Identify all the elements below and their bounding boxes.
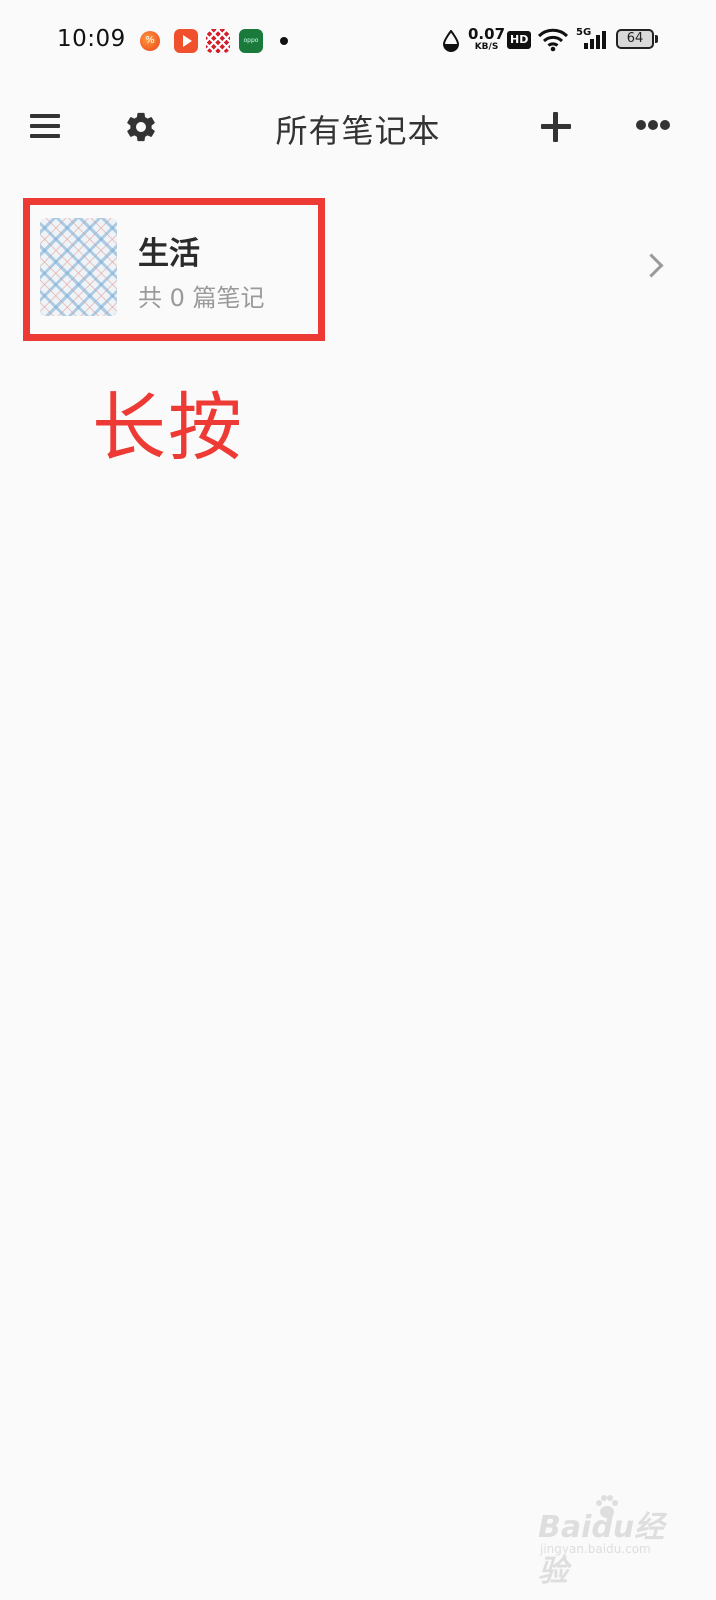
page-title: 所有笔记本 [275,112,441,150]
more-notifications-dot-icon [280,37,288,45]
signal-strength-icon [584,31,606,49]
battery-level: 64 [626,31,644,46]
chevron-right-icon [639,253,664,278]
battery-icon: 64 [616,29,654,49]
video-app-icon [174,29,198,53]
more-options-icon[interactable] [636,119,670,133]
status-bar: 10:09 % oppo 0.07 KB/S HD 5G 64 [0,0,716,84]
data-saver-drop-icon [443,30,459,52]
status-time: 10:09 [57,26,126,52]
network-speed-unit: KB/S [474,42,499,52]
network-speed: 0.07 KB/S [468,26,505,52]
network-speed-value: 0.07 [468,25,506,43]
watermark: Baidu经验 jingyan.baidu.com [538,1494,688,1589]
oppo-app-icon: oppo [239,29,263,53]
notification-app-icon: % [140,31,160,51]
wifi-icon [537,28,569,52]
hd-voice-icon: HD [507,31,532,49]
annotation-highlight-box [23,198,325,341]
battery-tip [655,35,658,43]
game-app-icon [206,29,230,53]
top-app-bar: 所有笔记本 [0,84,716,170]
watermark-url: jingyan.baidu.com [540,1542,651,1556]
add-notebook-button[interactable] [541,112,571,142]
annotation-text: 长按 [92,385,244,471]
